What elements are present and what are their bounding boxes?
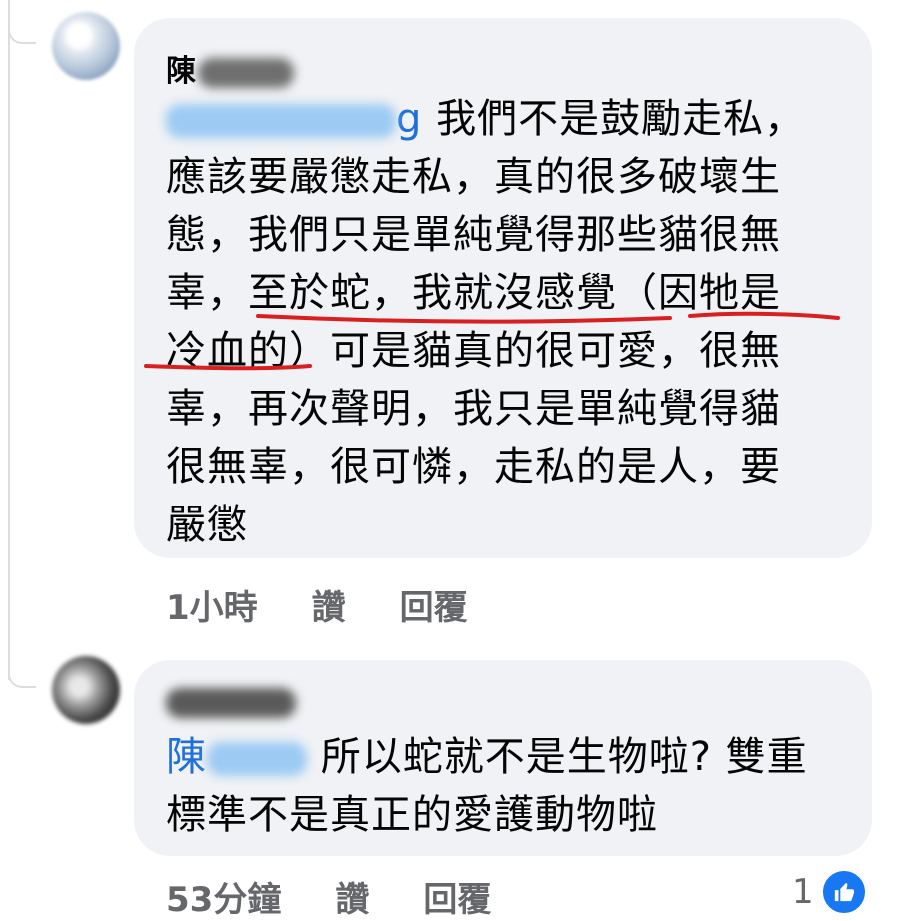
comment-author[interactable] [166,684,296,719]
timestamp[interactable]: 1小時 [166,580,258,629]
like-button[interactable]: 讚 [312,580,346,629]
like-button[interactable]: 讚 [335,872,369,921]
mention-link[interactable]: 陳 [166,734,207,780]
reply-button[interactable]: 回覆 [400,580,468,629]
reaction-count: 1 [792,872,814,912]
author-name[interactable]: 陳 [166,54,196,89]
avatar[interactable] [52,12,120,80]
comment-line: 嚴懲 [166,502,248,548]
comment-line: 很無辜，很可憐，走私的是人，要 [166,444,781,490]
redacted-mention [166,104,396,138]
avatar[interactable] [52,656,120,724]
thumbs-up-icon [819,868,868,916]
comment-line: 態，我們只是單純覺得那些貓很無 [166,212,781,258]
comment-line: 辜，再次聲明，我只是單純覺得貓 [166,386,781,432]
redacted-name [166,687,296,718]
reply-thread-line [8,0,32,680]
comment-line: 冷血的）可是貓真的很可愛，很無 [166,328,781,374]
reply-button[interactable]: 回覆 [423,872,491,921]
comment-line: 標準不是真正的愛護動物啦 [166,792,658,838]
comment-line: 辜，至於蛇，我就沒感覺（因牠是 [166,270,781,316]
comment-actions: 1小時 讚 回覆 [166,580,522,629]
comment-actions: 53分鐘 讚 回覆 [166,872,545,921]
redacted-mention [207,742,307,776]
mention-link[interactable]: g [396,96,422,142]
comment-text: 陳 所以蛇就不是生物啦? 雙重 標準不是真正的愛護動物啦 [166,728,808,844]
comment-line: 應該要嚴懲走私，真的很多破壞生 [166,154,781,200]
reaction-summary[interactable]: 1 [792,868,868,916]
comment-author[interactable]: 陳 [166,46,294,90]
redacted-name [198,57,294,88]
thread-branch-1 [8,16,36,44]
thread-branch-2 [8,660,36,688]
timestamp[interactable]: 53分鐘 [166,872,281,921]
comment-text: g 我們不是鼓勵走私， 應該要嚴懲走私，真的很多破壞生 態，我們只是單純覺得那些… [166,90,805,554]
